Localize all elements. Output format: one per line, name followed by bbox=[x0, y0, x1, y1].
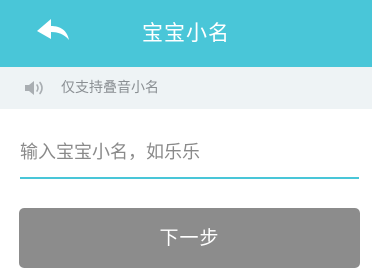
speaker-icon bbox=[25, 81, 43, 95]
notice-text: 仅支持叠音小名 bbox=[61, 80, 159, 96]
nickname-input[interactable] bbox=[20, 127, 359, 177]
top-bar: 宝宝小名 bbox=[0, 0, 372, 67]
input-underline bbox=[20, 177, 359, 179]
page-title: 宝宝小名 bbox=[142, 21, 230, 45]
name-input-area bbox=[20, 127, 359, 179]
next-button[interactable]: 下一步 bbox=[19, 208, 360, 268]
notice-bar: 仅支持叠音小名 bbox=[0, 67, 372, 109]
